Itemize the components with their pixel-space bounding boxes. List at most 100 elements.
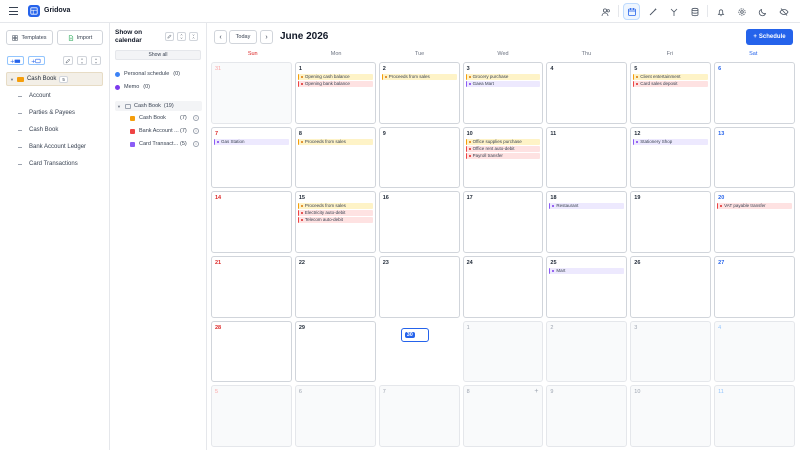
day-cell[interactable]: 6 [294,385,376,447]
database-icon[interactable] [686,3,703,20]
filter-personal-schedule[interactable]: Personal schedule (0) [115,71,180,77]
collapse-icon[interactable] [91,56,101,65]
edit-icon[interactable] [63,56,73,65]
sidebar-item-card-transactions[interactable]: Card Transactions [18,161,78,167]
day-cell[interactable]: 2 Proceeds from sales [378,62,460,124]
event-chip[interactable]: Restaurant [549,203,625,210]
next-month-button[interactable]: › [260,30,273,44]
day-cell[interactable]: 8 Proceeds from sales [294,126,376,189]
prev-month-button[interactable]: ‹ [214,30,227,44]
day-cell[interactable]: 9 [378,126,460,189]
import-button[interactable]: Import [57,30,103,45]
sidebar-item-account[interactable]: Account [18,93,51,99]
expand-icon[interactable] [77,56,87,65]
day-cell[interactable]: 11 [714,385,795,447]
day-cell[interactable]: 27 [714,256,795,318]
day-cell[interactable]: 26 [630,256,712,318]
filter-group-cash-book[interactable]: ▼ Cash Book (19) [115,101,202,111]
event-chip[interactable]: Opening cash balance [297,74,373,80]
day-cell[interactable]: 5 [211,385,292,447]
day-cell[interactable]: 25 Mart [546,256,628,318]
event-chip[interactable]: Electricity auto-debit [297,210,373,217]
menu-icon[interactable] [9,7,18,15]
event-chip[interactable]: Payroll transfer [465,152,541,159]
event-chip[interactable]: Proceeds from sales [297,203,373,210]
chevron-down-icon[interactable]: ▼ [117,104,121,109]
event-chip[interactable]: Grocery purchase [465,74,541,80]
day-cell[interactable]: 28 [211,320,292,383]
day-cell[interactable]: 3 Grocery purchase Gaea Mart [462,62,544,124]
sidebar-item-cash-book[interactable]: Cash Book [18,127,58,133]
info-icon[interactable]: i [193,115,199,121]
day-cell[interactable]: 18 Restaurant [546,191,628,253]
filter-sub-card-transactions[interactable]: Card Transact... (5) i [130,141,214,147]
day-cell[interactable]: 12 Stationery Shop [630,126,712,189]
day-cell[interactable]: 16 [378,191,460,253]
day-cell[interactable]: 3 [630,320,712,383]
event-chip[interactable]: Telecom auto-debit [297,217,373,224]
event-chip[interactable]: Office rent auto-debit [465,145,541,152]
day-cell[interactable]: 7 Gas Station [211,126,292,189]
branch-icon[interactable] [665,3,682,20]
day-cell[interactable]: 13 [714,126,795,189]
day-cell[interactable]: 10 [630,385,712,447]
day-cell[interactable]: 4 [714,320,795,383]
users-icon[interactable] [597,3,614,20]
day-cell[interactable]: 29 [294,320,376,383]
day-cell[interactable]: 1 [462,320,544,383]
day-cell[interactable]: 6 [714,62,795,124]
edit-icon[interactable] [165,32,174,41]
day-cell[interactable]: 20 VAT payable transfer [714,191,795,253]
info-icon[interactable]: i [193,128,199,134]
magic-wand-icon[interactable] [644,3,661,20]
filter-sub-bank-account[interactable]: Bank Account ... (7) i [130,128,214,134]
day-cell[interactable]: 5 Client entertainment Card sales deposit [630,62,712,124]
chevron-down-icon[interactable]: ▼ [10,77,14,82]
filter-sub-cash-book[interactable]: Cash Book (7) i [130,115,214,121]
templates-button[interactable]: Templates [6,30,53,45]
event-chip[interactable]: Proceeds from sales [297,138,373,145]
bell-icon[interactable] [712,3,729,20]
event-chip[interactable]: Office supplies purchase [465,138,541,145]
sidebar-item-parties-payees[interactable]: Parties & Payees [18,110,75,116]
event-chip[interactable]: VAT payable transfer [717,203,792,210]
gear-icon[interactable] [733,3,750,20]
event-chip[interactable]: Card sales deposit [633,81,709,87]
day-cell[interactable]: 17 [462,191,544,253]
day-cell[interactable]: 9 [546,385,628,447]
day-cell[interactable]: 10 Office supplies purchase Office rent au… [462,126,544,189]
tree-root-cash-book[interactable]: ▼ Cash Book 5 [6,72,103,86]
day-cell[interactable]: 19 [630,191,712,253]
day-cell[interactable]: 11 [546,126,628,189]
day-cell[interactable]: 2 [546,320,628,383]
event-chip[interactable]: Mart [549,268,625,274]
event-chip[interactable]: Proceeds from sales [381,74,457,80]
show-all-button[interactable]: Show all [115,50,201,60]
info-icon[interactable]: i [193,141,199,147]
collapse-icon[interactable] [189,32,198,41]
event-chip[interactable]: Gas Station [214,138,289,145]
day-cell[interactable]: 1 Opening cash balance Opening bank balanc… [294,62,376,124]
add-schedule-button[interactable]: + Schedule [746,29,793,45]
day-cell[interactable]: 23 [378,256,460,318]
moon-icon[interactable] [754,3,771,20]
day-cell[interactable]: 22 [294,256,376,318]
day-cell[interactable]: 7 [378,385,460,447]
calendar-icon[interactable] [623,3,640,20]
day-cell[interactable]: 4 [546,62,628,124]
day-cell[interactable]: 30 [400,327,429,342]
filter-memo[interactable]: Memo (0) [115,84,150,90]
expand-icon[interactable] [177,32,186,41]
today-button[interactable]: Today [229,30,257,44]
day-cell[interactable]: 31 [211,62,292,124]
day-cell[interactable]: 8 + [462,385,544,447]
add-event-icon[interactable]: + [534,388,538,395]
event-chip[interactable]: Client entertainment [633,74,709,80]
event-chip[interactable]: Opening bank balance [297,81,373,87]
sidebar-item-bank-account-ledger[interactable]: Bank Account Ledger [18,144,86,150]
day-cell[interactable]: 15 Proceeds from sales Electricity auto-de… [294,191,376,253]
event-chip[interactable]: Gaea Mart [465,81,541,87]
event-chip[interactable]: Stationery Shop [633,138,709,145]
add-item-button[interactable]: + [28,56,45,65]
day-cell[interactable]: 21 [211,256,292,318]
